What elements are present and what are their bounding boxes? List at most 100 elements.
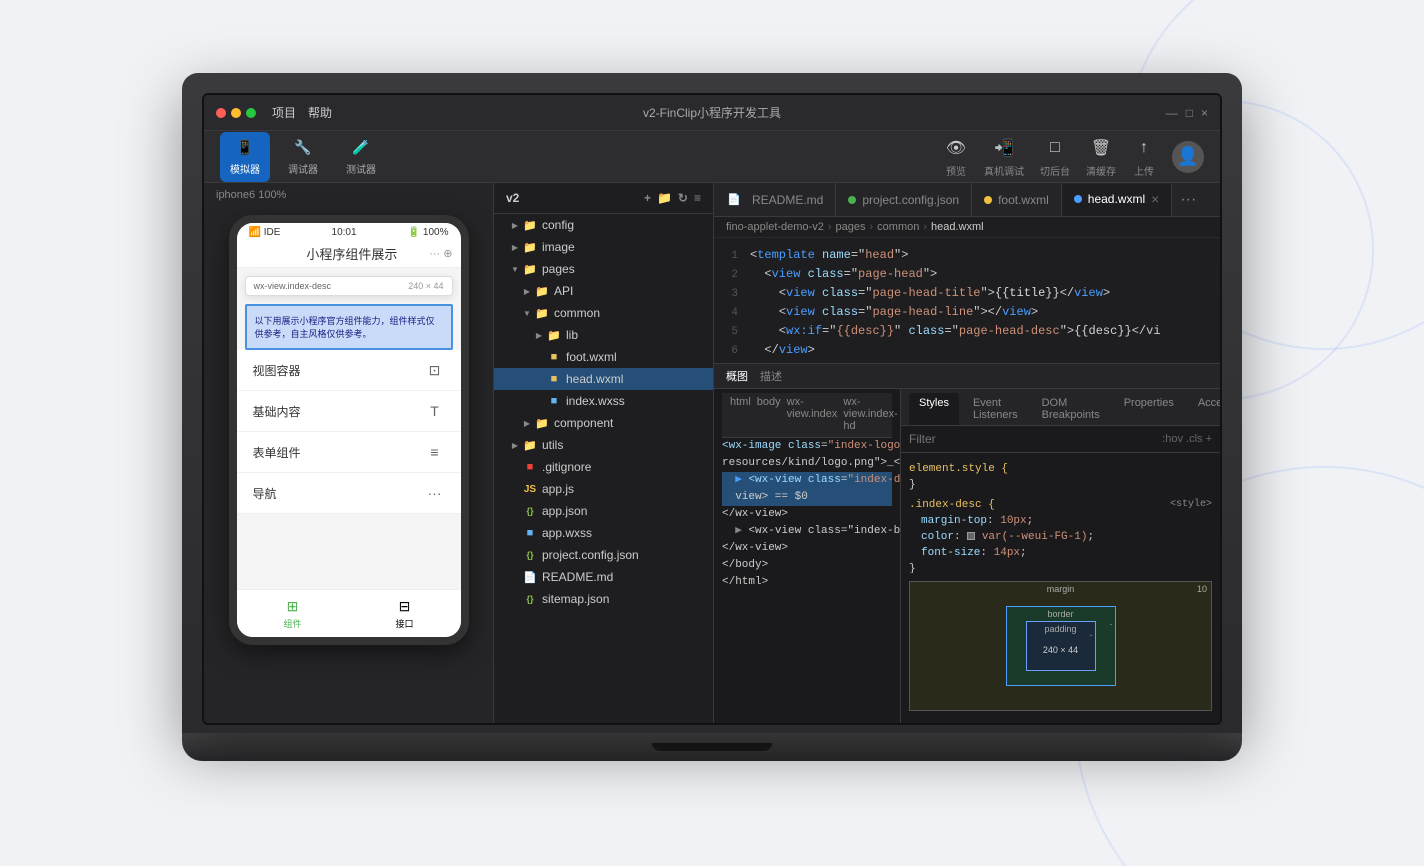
styles-filter-input[interactable] — [909, 432, 1154, 446]
debug-button[interactable]: 🔧 调试器 — [278, 132, 328, 182]
debug-tab-detail[interactable]: 描述 — [760, 368, 782, 384]
minimize-icon[interactable]: — — [1166, 106, 1178, 120]
tree-item-component[interactable]: ▶ 📁 component — [494, 412, 713, 434]
phone-outer: 📶 IDE 10:01 🔋 100% 小程序组件展示 ··· ⊕ — [229, 215, 469, 645]
line-num-2: 2 — [714, 266, 750, 284]
toolbar-left: 📱 模拟器 🔧 调试器 🧪 测试器 — [220, 132, 386, 182]
phone-tooltip: wx-view.index-desc 240 × 44 — [245, 276, 453, 296]
clear-cache-action[interactable]: 🗑 清缓存 — [1086, 136, 1116, 178]
close-icon[interactable]: × — [1201, 106, 1208, 120]
styles-tab-dom-breakpoints[interactable]: DOM Breakpoints — [1032, 393, 1110, 425]
styles-tab-properties[interactable]: Properties — [1114, 393, 1184, 425]
menu-item-nav[interactable]: 导航 ··· — [237, 473, 461, 514]
sel-html[interactable]: html — [730, 396, 751, 434]
tab-head-wxml[interactable]: head.wxml × — [1062, 184, 1173, 217]
tab-foot-wxml[interactable]: foot.wxml — [972, 183, 1062, 216]
tree-item-project-config[interactable]: ▶ {} project.config.json — [494, 544, 713, 566]
tree-item-label: index.wxss — [566, 394, 625, 408]
menu-item-icon-2: ≡ — [425, 442, 445, 462]
menu-project[interactable]: 项目 — [272, 104, 296, 121]
breadcrumb-1: pages — [836, 221, 866, 233]
toolbar: 📱 模拟器 🔧 调试器 🧪 测试器 — [204, 131, 1220, 183]
html-code-view[interactable]: html body wx-view.index wx-view.index-hd… — [714, 389, 900, 723]
tree-item-label: app.wxss — [542, 526, 592, 540]
code-content[interactable]: 1 <template name="head"> 2 <view class="… — [714, 238, 1220, 363]
maximize-button[interactable] — [246, 108, 256, 118]
debug-tab-preview[interactable]: 概图 — [726, 368, 748, 384]
phone-nav-label-0: 组件 — [283, 617, 301, 630]
minimize-button[interactable] — [231, 108, 241, 118]
test-button[interactable]: 🧪 测试器 — [336, 132, 386, 182]
style-property-name-1: color — [921, 531, 954, 543]
cut-background-action[interactable]: □ 切后台 — [1040, 136, 1070, 178]
folder-icon: 📁 — [522, 261, 538, 277]
tree-item-app-json[interactable]: ▶ {} app.json — [494, 500, 713, 522]
maximize-icon[interactable]: □ — [1186, 106, 1193, 120]
upload-icon: ↑ — [1132, 136, 1156, 160]
upload-label: 上传 — [1134, 163, 1154, 178]
phone-nav-component[interactable]: ⊞ 组件 — [237, 590, 349, 637]
refresh-btn[interactable]: ↻ — [678, 191, 688, 205]
tree-item-label: sitemap.json — [542, 592, 609, 606]
tree-item-pages[interactable]: ▼ 📁 pages — [494, 258, 713, 280]
chevron-icon: ▶ — [534, 330, 544, 340]
html-line-6: </wx-view> — [722, 540, 892, 557]
styles-tab-accessibility[interactable]: Accessibility — [1188, 393, 1220, 425]
sel-body[interactable]: body — [757, 396, 781, 434]
tree-item-readme[interactable]: ▶ 📄 README.md — [494, 566, 713, 588]
tree-item-utils[interactable]: ▶ 📁 utils — [494, 434, 713, 456]
tree-item-common[interactable]: ▼ 📁 common — [494, 302, 713, 324]
tab-close-button[interactable]: × — [1151, 192, 1159, 206]
file-tree-header: v2 + 📁 ↻ ≡ — [494, 183, 713, 214]
menu-help[interactable]: 帮助 — [308, 104, 332, 121]
styles-tab-styles[interactable]: Styles — [909, 393, 959, 425]
menu-item-form[interactable]: 表单组件 ≡ — [237, 432, 461, 473]
tree-item-app-wxss[interactable]: ▶ ■ app.wxss — [494, 522, 713, 544]
tabs-more-button[interactable]: ··· — [1172, 191, 1204, 209]
chevron-icon: ▶ — [522, 286, 532, 296]
style-property-value-2: 14px — [994, 547, 1020, 559]
sel-wx-view-index[interactable]: wx-view.index — [787, 396, 838, 434]
tab-label-0: README.md — [752, 193, 823, 207]
simulate-icon: 📱 — [235, 138, 255, 158]
breadcrumb-sep-1: › — [870, 221, 874, 233]
preview-action[interactable]: 👁 预览 — [944, 136, 968, 178]
menu-item-view-container[interactable]: 视图容器 ⊡ — [237, 350, 461, 391]
tab-readme[interactable]: 📄 README.md — [714, 183, 836, 216]
phone-nav-interface[interactable]: ⊟ 接口 — [349, 590, 461, 637]
phone-title-actions: ··· ⊕ — [429, 247, 452, 260]
styles-tab-event-listeners[interactable]: Event Listeners — [963, 393, 1028, 425]
tree-item-foot-wxml[interactable]: ▶ ■ foot.wxml — [494, 346, 713, 368]
menu-item-basic-content[interactable]: 基础内容 T — [237, 391, 461, 432]
new-folder-btn[interactable]: 📁 — [657, 191, 672, 205]
style-property-value-1: var(--weui-FG-1) — [982, 531, 1088, 543]
tree-item-sitemap[interactable]: ▶ {} sitemap.json — [494, 588, 713, 610]
tree-item-label: utils — [542, 438, 563, 452]
clear-cache-label: 清缓存 — [1086, 163, 1116, 178]
tree-item-image[interactable]: ▶ 📁 image — [494, 236, 713, 258]
realtime-debug-action[interactable]: 📲 真机调试 — [984, 136, 1024, 178]
sel-wx-view-index-hd[interactable]: wx-view.index-hd — [843, 396, 897, 434]
tree-item-api[interactable]: ▶ 📁 API — [494, 280, 713, 302]
breadcrumb: fino-applet-demo-v2 › pages › common › h… — [714, 217, 1220, 238]
new-file-btn[interactable]: + — [644, 191, 651, 205]
tree-item-head-wxml[interactable]: ▶ ■ head.wxml — [494, 368, 713, 390]
user-avatar[interactable]: 👤 — [1172, 141, 1204, 173]
tree-item-label: common — [554, 306, 600, 320]
html-line-2: ▶ <wx-view class="index-desc">以下展示小程序官方组… — [722, 472, 892, 489]
tree-item-lib[interactable]: ▶ 📁 lib — [494, 324, 713, 346]
simulate-button[interactable]: 📱 模拟器 — [220, 132, 270, 182]
upload-action[interactable]: ↑ 上传 — [1132, 136, 1156, 178]
tree-item-index-wxss[interactable]: ▶ ■ index.wxss — [494, 390, 713, 412]
breadcrumb-0: fino-applet-demo-v2 — [726, 221, 824, 233]
tab-project-config[interactable]: project.config.json — [836, 183, 972, 216]
tree-item-app-js[interactable]: ▶ JS app.js — [494, 478, 713, 500]
tooltip-size: 240 × 44 — [408, 281, 443, 291]
collapse-btn[interactable]: ≡ — [694, 191, 701, 205]
close-button[interactable] — [216, 108, 226, 118]
tree-item-config[interactable]: ▶ 📁 config — [494, 214, 713, 236]
tree-item-label: pages — [542, 262, 575, 276]
styles-content: element.style { } .index-desc { <style> — [901, 453, 1220, 573]
tree-item-gitignore[interactable]: ▶ ■ .gitignore — [494, 456, 713, 478]
title-bar: 项目 帮助 v2-FinClip小程序开发工具 — □ × — [204, 95, 1220, 131]
